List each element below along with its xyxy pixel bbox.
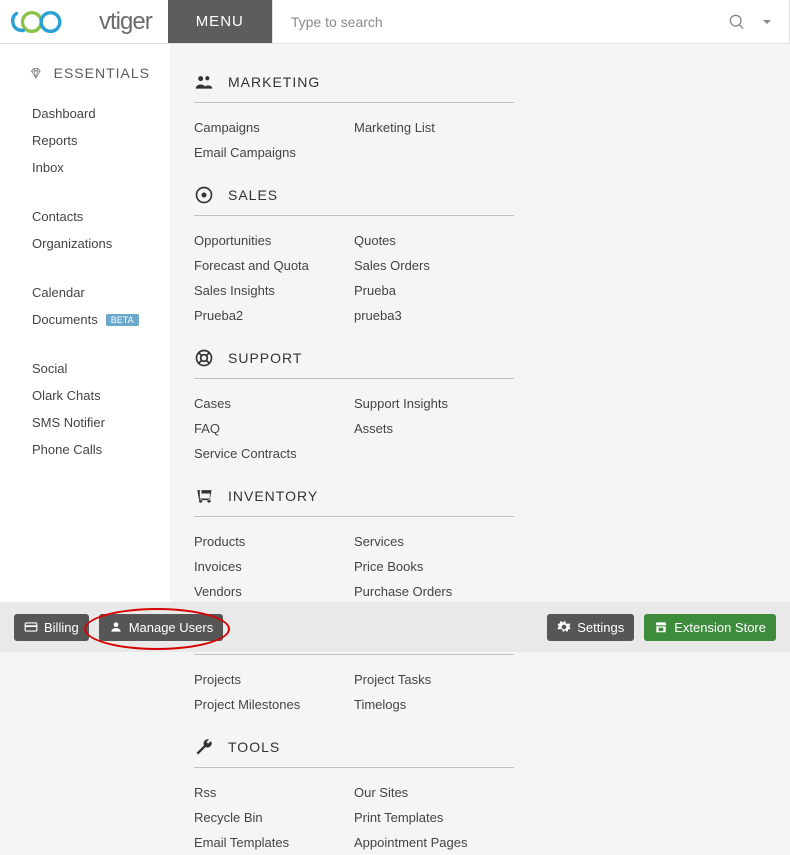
menu-item-price-books[interactable]: Price Books [354,554,514,579]
main-panel: MARKETING Campaigns Email Campaigns Mark… [170,44,790,602]
menu-item-campaigns[interactable]: Campaigns [194,115,354,140]
sidebar-group-4: Social Olark Chats SMS Notifier Phone Ca… [0,355,170,463]
menu-item-forecast-and-quota[interactable]: Forecast and Quota [194,253,354,278]
logo[interactable]: vtiger [0,0,168,43]
logo-text: vtiger [99,8,152,36]
sidebar-group-1: Dashboard Reports Inbox [0,100,170,181]
settings-button[interactable]: Settings [547,614,634,641]
menu-item-assets[interactable]: Assets [354,416,514,441]
sidebar-group-2: Contacts Organizations [0,203,170,257]
section-sales: SALES Opportunities Forecast and Quota S… [194,181,514,328]
life-ring-icon [194,348,214,368]
sidebar-item-contacts[interactable]: Contacts [0,203,170,230]
sidebar: ESSENTIALS Dashboard Reports Inbox Conta… [0,44,170,602]
menu-item-sales-insights[interactable]: Sales Insights [194,278,354,303]
users-icon [194,72,214,92]
sidebar-item-inbox[interactable]: Inbox [0,154,170,181]
gear-icon [557,620,571,634]
sidebar-item-olark-chats[interactable]: Olark Chats [0,382,170,409]
menu-item-invoices[interactable]: Invoices [194,554,354,579]
menu-item-project-tasks[interactable]: Project Tasks [354,667,514,692]
menu-item-products[interactable]: Products [194,529,354,554]
extension-store-button[interactable]: Extension Store [644,614,776,641]
sidebar-group-3: Calendar Documents BETA [0,279,170,333]
menu-item-email-templates[interactable]: Email Templates [194,830,354,855]
menu-item-marketing-list[interactable]: Marketing List [354,115,514,140]
sidebar-item-sms-notifier[interactable]: SMS Notifier [0,409,170,436]
menu-item-timelogs[interactable]: Timelogs [354,692,514,717]
essentials-header: ESSENTIALS [0,64,170,92]
menu-item-prueba3[interactable]: prueba3 [354,303,514,328]
sidebar-item-phone-calls[interactable]: Phone Calls [0,436,170,463]
section-tools: TOOLS Rss Recycle Bin Email Templates Ou… [194,733,514,855]
menu-item-sales-orders[interactable]: Sales Orders [354,253,514,278]
diamond-icon [30,64,42,82]
section-support: SUPPORT Cases FAQ Service Contracts Supp… [194,344,514,466]
menu-item-appointment-pages[interactable]: Appointment Pages [354,830,514,855]
menu-item-vendors[interactable]: Vendors [194,579,354,604]
menu-label: MENU [196,13,244,30]
menu-item-prueba[interactable]: Prueba [354,278,514,303]
menu-item-prueba2[interactable]: Prueba2 [194,303,354,328]
wrench-icon [194,737,214,757]
sidebar-item-documents[interactable]: Documents BETA [0,306,170,333]
menu-item-service-contracts[interactable]: Service Contracts [194,441,354,466]
target-icon [194,185,214,205]
menu-item-purchase-orders[interactable]: Purchase Orders [354,579,514,604]
cart-icon [194,486,214,506]
user-icon [109,620,123,634]
topbar: vtiger MENU [0,0,790,44]
menu-item-our-sites[interactable]: Our Sites [354,780,514,805]
search-wrap [272,0,790,43]
manage-users-button[interactable]: Manage Users [99,614,224,641]
search-input[interactable] [273,0,715,43]
sidebar-item-calendar[interactable]: Calendar [0,279,170,306]
menu-item-email-campaigns[interactable]: Email Campaigns [194,140,354,165]
menu-item-rss[interactable]: Rss [194,780,354,805]
sidebar-item-dashboard[interactable]: Dashboard [0,100,170,127]
store-icon [654,620,668,634]
search-icon[interactable] [729,14,745,30]
footer: Billing Manage Users Settings Extension … [0,602,790,652]
billing-button[interactable]: Billing [14,614,89,641]
essentials-label: ESSENTIALS [54,65,150,81]
menu-item-opportunities[interactable]: Opportunities [194,228,354,253]
menu-item-print-templates[interactable]: Print Templates [354,805,514,830]
beta-badge: BETA [106,314,139,326]
credit-card-icon [24,620,38,634]
sidebar-item-organizations[interactable]: Organizations [0,230,170,257]
section-inventory: INVENTORY Products Invoices Vendors Serv… [194,482,514,604]
logo-icon [8,5,93,39]
menu-item-recycle-bin[interactable]: Recycle Bin [194,805,354,830]
chevron-down-icon[interactable] [759,14,775,30]
menu-item-project-milestones[interactable]: Project Milestones [194,692,354,717]
menu-item-projects[interactable]: Projects [194,667,354,692]
menu-item-quotes[interactable]: Quotes [354,228,514,253]
menu-item-services[interactable]: Services [354,529,514,554]
section-marketing: MARKETING Campaigns Email Campaigns Mark… [194,68,514,165]
menu-item-cases[interactable]: Cases [194,391,354,416]
sidebar-item-reports[interactable]: Reports [0,127,170,154]
menu-button[interactable]: MENU [168,0,272,43]
menu-item-support-insights[interactable]: Support Insights [354,391,514,416]
menu-item-faq[interactable]: FAQ [194,416,354,441]
sidebar-item-social[interactable]: Social [0,355,170,382]
